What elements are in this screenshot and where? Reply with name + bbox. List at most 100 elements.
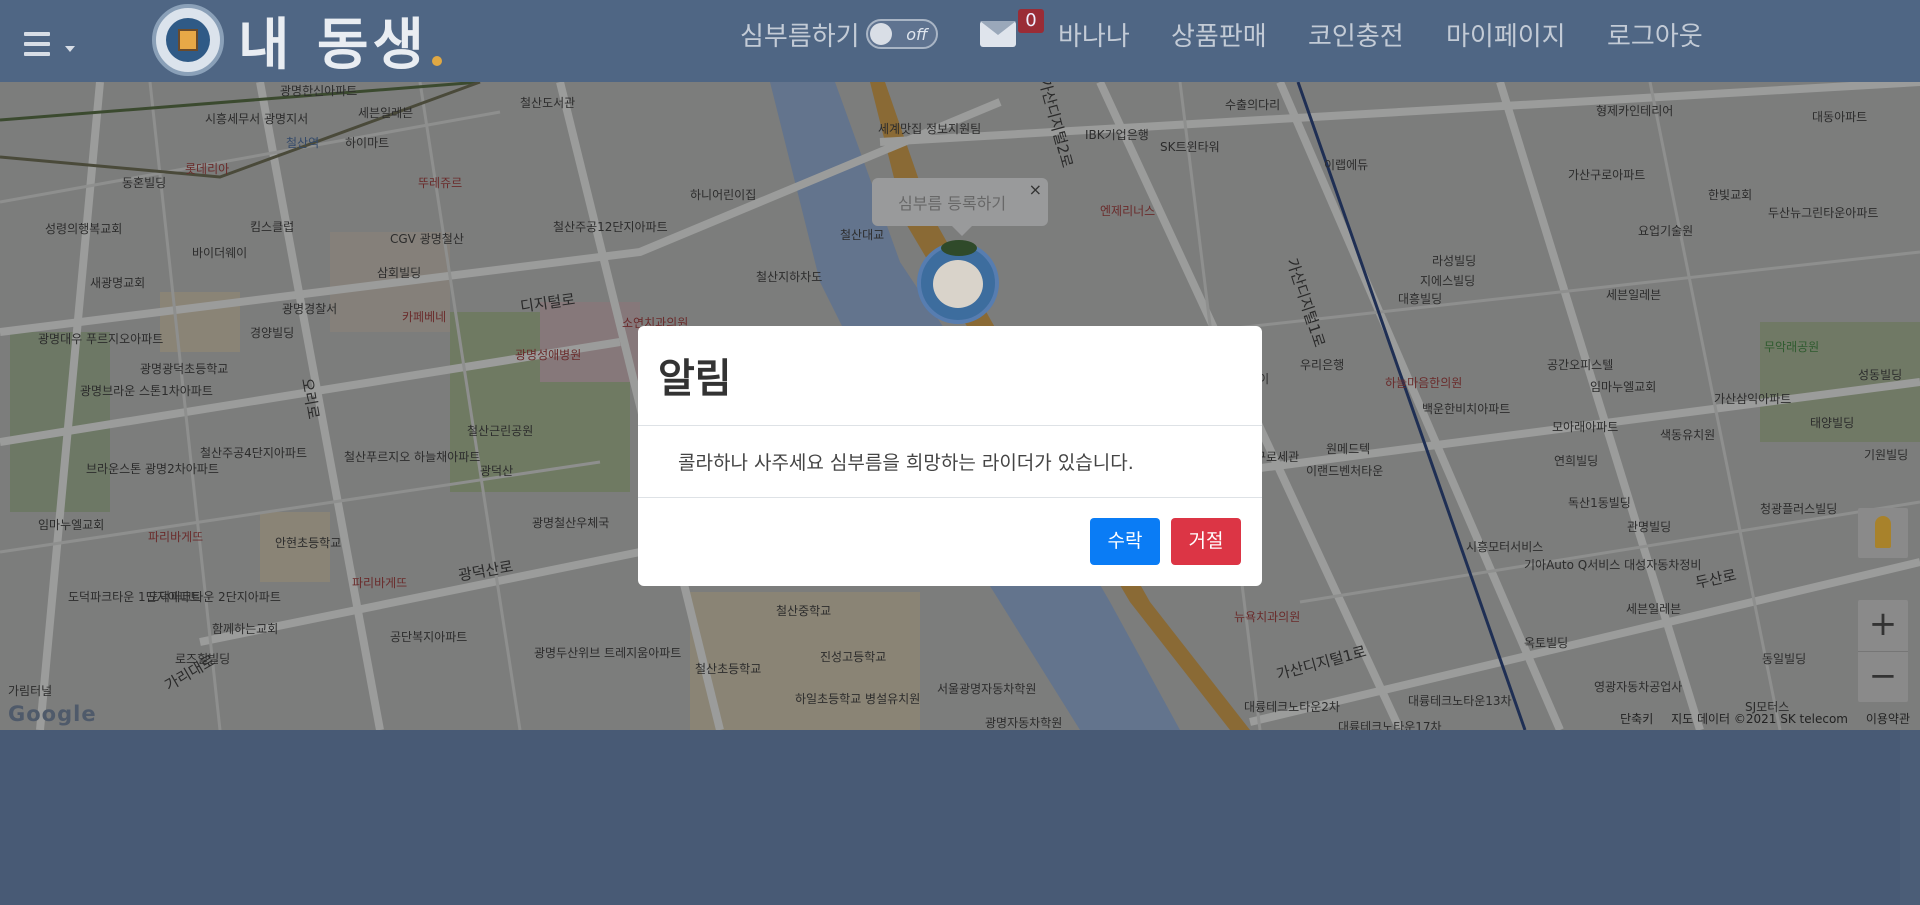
nav-coin-charge[interactable]: 코인충전: [1308, 16, 1404, 53]
place-label: 색동유치원: [1660, 428, 1716, 442]
nav-logout[interactable]: 로그아웃: [1607, 16, 1703, 53]
tooltip-close-icon[interactable]: ×: [1029, 180, 1042, 199]
place-label: 뉴욕치과의원: [1234, 610, 1301, 624]
place-label: 태양빌딩: [1810, 416, 1855, 430]
place-label: 광명경찰서: [282, 302, 338, 316]
place-label: 철산중학교: [776, 604, 832, 618]
place-label: 임마누엘교회: [38, 518, 105, 532]
place-label: 철산주공12단지아파트: [553, 220, 668, 234]
place-label: CGV 광명철산: [390, 232, 464, 246]
place-label: 파리바게뜨: [148, 530, 204, 544]
shortcuts-link[interactable]: 단축키: [1620, 712, 1653, 726]
place-label: 도덕파크타운 2단지아파트: [148, 590, 281, 604]
user-location-marker[interactable]: [917, 240, 999, 324]
place-label: 무악래공원: [1764, 340, 1820, 354]
logo-icon: [152, 4, 224, 76]
accept-button[interactable]: 수락: [1090, 518, 1160, 565]
place-label: 롯데리아: [185, 162, 230, 176]
place-label: 철산도서관: [520, 96, 576, 110]
place-label: 수출의다리: [1225, 98, 1281, 112]
register-errand-tooltip[interactable]: 심부름 등록하기 ×: [872, 178, 1048, 236]
nav-banana[interactable]: 바나나: [1058, 16, 1130, 53]
place-label: 삼회빌딩: [377, 266, 422, 280]
page-scrollbar[interactable]: [1900, 730, 1920, 905]
mail-icon[interactable]: 0: [980, 9, 1044, 47]
place-label: 요업기술원: [1638, 224, 1694, 238]
nav-product-sales[interactable]: 상품판매: [1171, 16, 1267, 53]
place-label: 시흥세무서 광명지서: [205, 112, 309, 126]
alert-modal: 알림 콜라하나 사주세요 심부름을 희망하는 라이더가 있습니다. 수락 거절: [638, 326, 1262, 586]
place-label: 기아Auto Q서비스 대성자동차정비: [1524, 558, 1702, 572]
place-label: 가림터널: [8, 684, 53, 698]
place-label: IBK기업은행: [1085, 128, 1149, 142]
place-label: 새광명교회: [90, 276, 146, 290]
place-label: 성동빌딩: [1858, 368, 1903, 382]
place-label: 시흥모터서비스: [1466, 540, 1544, 554]
place-label: 백운한비치아파트: [1422, 402, 1511, 416]
place-label: 옥토빌딩: [1524, 636, 1569, 650]
place-label: 이랜드벤처타운: [1306, 464, 1384, 478]
place-label: 공단복지아파트: [390, 630, 468, 644]
place-label: 대륭테크노타운13차: [1408, 694, 1512, 708]
place-label: 대륭테크노타운17차: [1338, 720, 1442, 730]
place-label: 형제카인테리어: [1596, 104, 1674, 118]
place-label: 대동아파트: [1812, 110, 1868, 124]
place-label: 우리은행: [1300, 358, 1345, 372]
place-label: 기원빌딩: [1864, 448, 1909, 462]
top-navbar: 내 동생 심부름하기 off 0 바나나 상품판매 코인충전 마이페이지 로그아…: [0, 0, 1920, 82]
menu-icon[interactable]: [24, 30, 75, 58]
street-view-pegman-icon[interactable]: [1858, 508, 1908, 558]
map-data-credit: 지도 데이터 ©2021 SK telecom: [1671, 712, 1848, 726]
place-label: 광명철산우체국: [532, 516, 610, 530]
modal-message: 콜라하나 사주세요 심부름을 희망하는 라이더가 있습니다.: [638, 426, 1262, 498]
place-label: 철산푸르지오 하늘채아파트: [344, 450, 481, 464]
messages-group: 0: [980, 0, 1044, 68]
place-label: 광덕산: [480, 464, 514, 478]
place-label: 원메드텍: [1326, 442, 1371, 456]
place-label: 성령의행복교회: [45, 222, 123, 236]
logo-text: 내 동생: [238, 12, 429, 78]
nav-mypage[interactable]: 마이페이지: [1446, 16, 1566, 53]
place-label: 브라운스톤 광명2차아파트: [86, 462, 219, 476]
place-label: 이랩에듀: [1324, 158, 1369, 172]
place-label: 공간오피스텔: [1547, 358, 1614, 372]
place-label: 세븐일레븐: [358, 106, 414, 120]
errand-toggle-group: 심부름하기 off: [740, 0, 938, 68]
google-logo[interactable]: Google: [8, 702, 97, 726]
place-label: 철산지하차도: [756, 270, 823, 284]
message-count-badge: 0: [1018, 9, 1044, 33]
place-label: 광명한신아파트: [280, 84, 358, 98]
place-label: 가산구로아파트: [1568, 168, 1646, 182]
zoom-out-button[interactable]: −: [1858, 651, 1908, 702]
place-label: 바이더웨이: [192, 246, 248, 260]
reject-button[interactable]: 거절: [1171, 518, 1241, 565]
place-label: 엔제리너스: [1100, 204, 1156, 218]
zoom-control: + −: [1858, 600, 1908, 702]
place-label: 동일빌딩: [1762, 652, 1807, 666]
place-label: 광명자동차학원: [985, 716, 1063, 730]
place-label: 영광자동차공업사: [1594, 680, 1683, 694]
place-label: 킴스클럽: [250, 220, 295, 234]
terms-link[interactable]: 이용약관: [1866, 712, 1910, 726]
place-label: 파리바게뜨: [352, 576, 408, 590]
app-logo[interactable]: 내 동생: [152, 4, 443, 78]
place-label: 광명두산위브 트레지움아파트: [534, 646, 682, 660]
place-label: 철산대교: [840, 228, 885, 242]
zoom-in-button[interactable]: +: [1858, 600, 1908, 651]
place-label: 카페베네: [402, 310, 447, 324]
place-label: 두산뉴그린타운아파트: [1768, 206, 1879, 220]
errand-toggle-label: 심부름하기: [740, 21, 860, 52]
place-label: 안현초등학교: [275, 536, 342, 550]
place-label: 라성빌딩: [1432, 254, 1477, 268]
place-label: 하이마트: [345, 136, 390, 150]
place-label: 광명성애병원: [515, 348, 582, 362]
place-label: 철산역: [286, 136, 320, 150]
place-label: SK트윈타워: [1160, 140, 1220, 154]
place-label: 철산근린공원: [467, 424, 534, 438]
place-label: 철산주공4단지아파트: [200, 446, 307, 460]
place-label: 세계맛집 정보지원팀: [878, 122, 982, 136]
errand-toggle[interactable]: off: [865, 19, 938, 49]
place-label: 하늘마음한의원: [1385, 376, 1463, 390]
place-label: 진성고등학교: [820, 650, 887, 664]
place-label: 대륭테크노타운2차: [1244, 700, 1340, 714]
